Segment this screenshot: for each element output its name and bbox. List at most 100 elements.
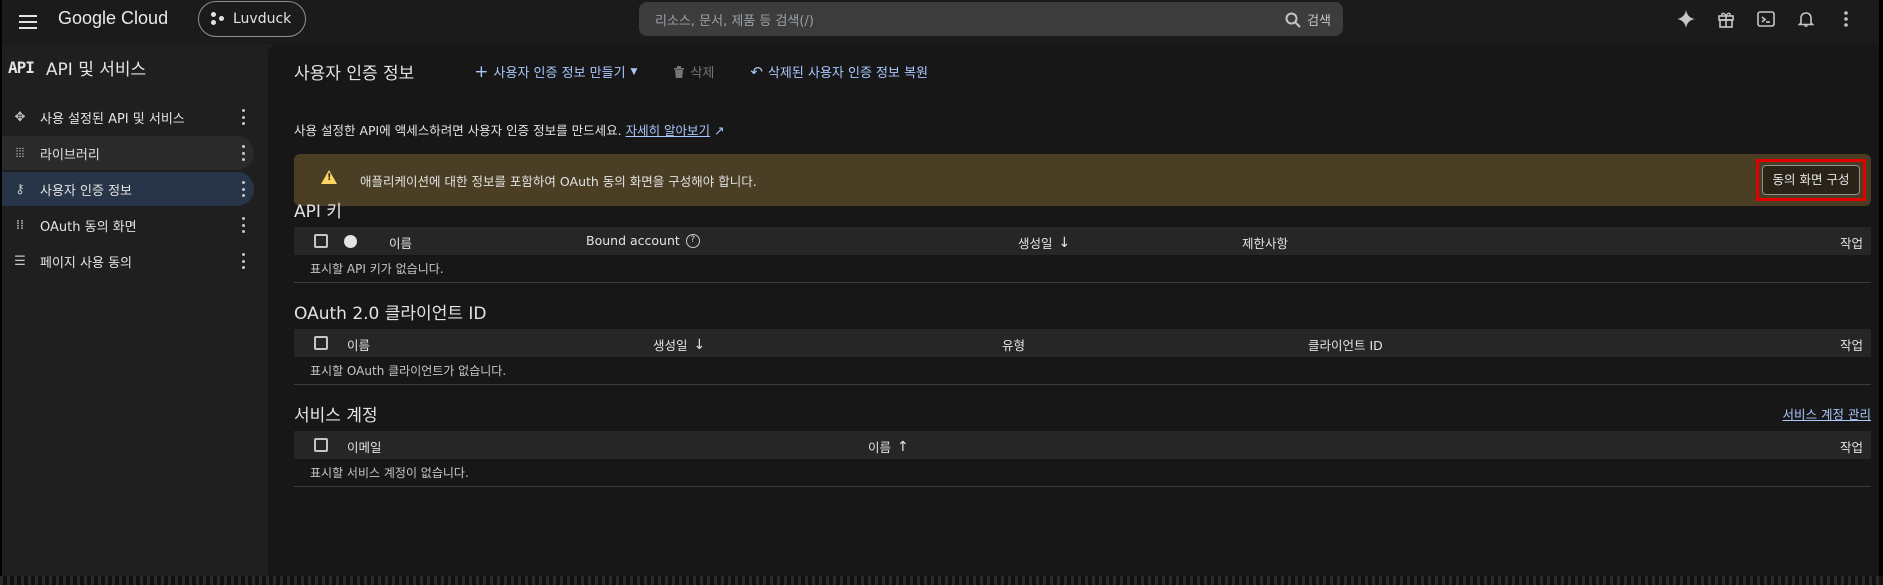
- oauth-clients-table: 이름 생성일 ↓ 유형 클라이언트 ID 작업 표시할 OAuth 클라이언트가 …: [294, 329, 1871, 385]
- select-all-checkbox[interactable]: [314, 234, 328, 248]
- empty-message: 표시할 API 키가 없습니다.: [310, 262, 444, 276]
- col-name[interactable]: 이름: [389, 233, 412, 252]
- empty-message: 표시할 서비스 계정이 없습니다.: [310, 466, 469, 480]
- col-email[interactable]: 이메일: [347, 437, 382, 456]
- col-created[interactable]: 생성일 ↓: [653, 335, 705, 354]
- info-text: 사용 설정한 API에 액세스하려면 사용자 인증 정보를 만드세요. 자세히 …: [294, 120, 725, 139]
- col-name-label: 이름: [868, 440, 892, 455]
- col-name-label: 이름: [389, 236, 413, 251]
- sidebar-header: API API 및 서비스: [8, 55, 146, 80]
- configure-consent-screen-highlight: 동의 화면 구성: [1756, 159, 1866, 201]
- empty-row: 표시할 서비스 계정이 없습니다.: [294, 459, 1871, 487]
- col-actions-label: 작업: [1839, 338, 1863, 353]
- trash-icon: [674, 65, 685, 78]
- search-input[interactable]: 리소스, 문서, 제품 등 검색(/) 검색: [639, 2, 1343, 36]
- create-credentials-button[interactable]: + 사용자 인증 정보 만들기 ▼: [474, 62, 637, 82]
- status-icon: [344, 235, 357, 248]
- banner-message: 애플리케이션에 대한 정보를 포함하여 OAuth 동의 화면을 구성해야 합니…: [360, 174, 757, 189]
- col-bound-account-label: Bound account: [586, 233, 680, 248]
- more-vert-icon[interactable]: [242, 253, 246, 269]
- delete-label: 삭제: [690, 66, 715, 81]
- sidebar-item-page-usage-agreements[interactable]: ☰ 페이지 사용 동의: [2, 244, 254, 278]
- service-accounts-table: 이메일 이름 ↑ 작업 표시할 서비스 계정이 없습니다.: [294, 431, 1871, 487]
- col-actions-label: 작업: [1839, 440, 1863, 455]
- undo-icon: ↶: [750, 62, 763, 81]
- manage-service-accounts-link[interactable]: 서비스 계정 관리: [1783, 404, 1871, 423]
- gift-icon[interactable]: [1713, 6, 1739, 32]
- sidebar-nav: ✥ 사용 설정된 API 및 서비스 ⦙⦙⦙ 라이브러리 ⚷ 사용자 인증 정보…: [2, 100, 254, 280]
- add-icon: +: [474, 61, 489, 82]
- configure-consent-screen-button[interactable]: 동의 화면 구성: [1762, 165, 1860, 195]
- search-button[interactable]: 검색: [1285, 10, 1331, 29]
- arrow-down-icon: ↓: [693, 336, 706, 353]
- sidebar-item-library[interactable]: ⦙⦙⦙ 라이브러리: [2, 136, 254, 170]
- api-keys-title: API 키: [294, 202, 342, 222]
- table-header: 이름 생성일 ↓ 유형 클라이언트 ID 작업: [294, 329, 1871, 357]
- arrow-up-icon: ↑: [897, 438, 909, 455]
- col-email-label: 이메일: [347, 440, 382, 455]
- table-header: 이름 Bound account? 생성일 ↓ 제한사항 작업: [294, 227, 1871, 255]
- learn-more-link[interactable]: 자세히 알아보기: [626, 123, 710, 138]
- info-message: 사용 설정한 API에 액세스하려면 사용자 인증 정보를 만드세요.: [294, 123, 622, 138]
- sidebar-item-oauth-consent[interactable]: ⁞⁞ OAuth 동의 화면: [2, 208, 254, 242]
- api-logo-icon: API: [8, 58, 35, 77]
- search-button-label: 검색: [1307, 14, 1331, 29]
- arrow-down-icon: ↓: [1058, 234, 1071, 251]
- help-icon[interactable]: ?: [685, 233, 700, 248]
- project-name: Luvduck: [233, 11, 292, 27]
- library-icon: ⦙⦙⦙: [15, 145, 25, 161]
- page-title: 사용자 인증 정보: [294, 64, 415, 84]
- more-vert-icon[interactable]: [242, 145, 246, 161]
- external-link-icon: ↗: [714, 123, 725, 138]
- project-picker[interactable]: Luvduck: [198, 1, 307, 37]
- empty-row: 표시할 API 키가 없습니다.: [294, 255, 1871, 283]
- restore-deleted-button[interactable]: ↶ 삭제된 사용자 인증 정보 복원: [750, 62, 929, 82]
- delete-button[interactable]: 삭제: [673, 62, 714, 81]
- cloud-shell-icon[interactable]: [1753, 6, 1779, 32]
- sidebar: API API 및 서비스 ✥ 사용 설정된 API 및 서비스 ⦙⦙⦙ 라이브…: [2, 44, 266, 576]
- dropdown-arrow-icon: ▼: [630, 66, 638, 77]
- service-accounts-title: 서비스 계정: [294, 406, 378, 426]
- search-placeholder: 리소스, 문서, 제품 등 검색(/): [655, 13, 814, 29]
- col-bound-account: Bound account?: [586, 233, 700, 248]
- col-name[interactable]: 이름: [347, 335, 370, 354]
- select-all-checkbox[interactable]: [314, 336, 328, 350]
- more-vert-icon[interactable]: [1833, 6, 1859, 32]
- col-name-label: 이름: [347, 338, 371, 353]
- col-actions: 작업: [1840, 233, 1863, 252]
- menu-icon[interactable]: [14, 8, 42, 36]
- main-content: 사용자 인증 정보 + 사용자 인증 정보 만들기 ▼ 삭제 ↶ 삭제된 사용자…: [268, 44, 1879, 576]
- col-created[interactable]: 생성일 ↓: [1018, 233, 1070, 252]
- sidebar-item-credentials[interactable]: ⚷ 사용자 인증 정보: [2, 172, 254, 206]
- sidebar-title: API 및 서비스: [45, 60, 147, 80]
- table-header: 이메일 이름 ↑ 작업: [294, 431, 1871, 459]
- sidebar-item-label: 라이브러리: [40, 147, 100, 163]
- col-name[interactable]: 이름 ↑: [868, 437, 909, 456]
- col-client-id-label: 클라이언트 ID: [1308, 338, 1383, 353]
- oauth-icon: ⁞⁞: [15, 217, 25, 233]
- sidebar-item-label: 페이지 사용 동의: [40, 255, 132, 271]
- google-cloud-logo[interactable]: Google Cloud: [58, 8, 168, 29]
- oauth-clients-title: OAuth 2.0 클라이언트 ID: [294, 304, 487, 324]
- more-vert-icon[interactable]: [242, 109, 246, 125]
- col-actions-label: 작업: [1839, 236, 1863, 251]
- select-all-checkbox[interactable]: [314, 438, 328, 452]
- api-hub-icon: ✥: [14, 109, 26, 125]
- gemini-icon[interactable]: [1673, 6, 1699, 32]
- sidebar-item-enabled-apis[interactable]: ✥ 사용 설정된 API 및 서비스: [2, 100, 254, 134]
- col-actions: 작업: [1840, 335, 1863, 354]
- col-actions: 작업: [1840, 437, 1863, 456]
- page-header: 사용자 인증 정보 + 사용자 인증 정보 만들기 ▼ 삭제 ↶ 삭제된 사용자…: [294, 59, 964, 85]
- more-vert-icon[interactable]: [242, 217, 246, 233]
- bottom-strip: [0, 576, 1883, 585]
- top-bar: Google Cloud Luvduck 리소스, 문서, 제품 등 검색(/)…: [2, 0, 1879, 44]
- more-vert-icon[interactable]: [242, 181, 246, 197]
- project-icon: [211, 12, 225, 26]
- col-type-label: 유형: [1002, 338, 1026, 353]
- col-created-label: 생성일: [653, 338, 688, 353]
- restore-deleted-label: 삭제된 사용자 인증 정보 복원: [767, 66, 929, 81]
- col-restrictions: 제한사항: [1242, 233, 1288, 252]
- app-window: Google Cloud Luvduck 리소스, 문서, 제품 등 검색(/)…: [2, 0, 1879, 576]
- notifications-icon[interactable]: [1793, 6, 1819, 32]
- settings-list-icon: ☰: [14, 253, 26, 269]
